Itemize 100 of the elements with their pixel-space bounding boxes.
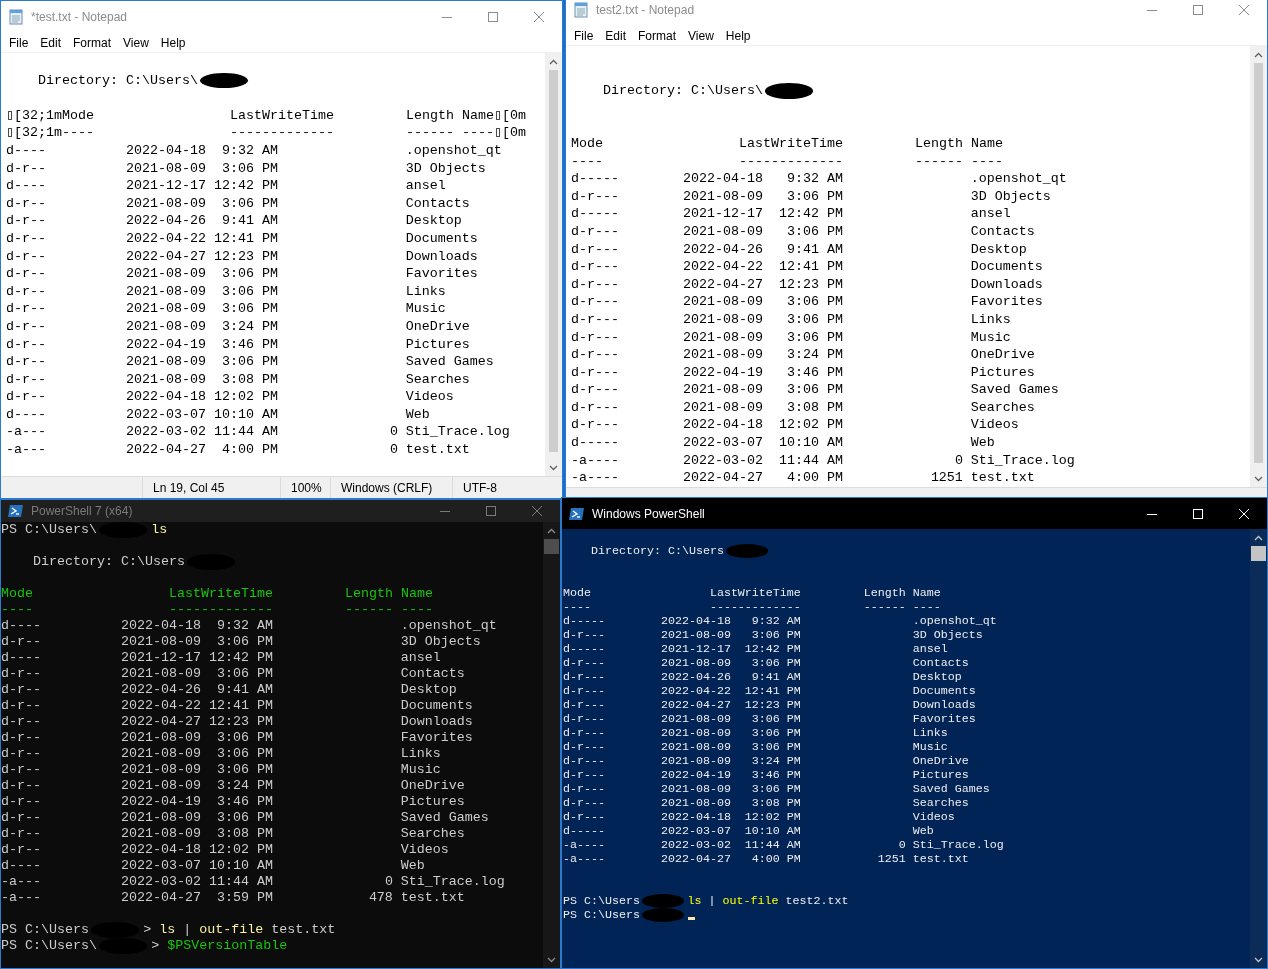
time-text: 11:44 AM [207,874,273,890]
menu-item[interactable]: Help [719,28,757,43]
mode-text: d----- [563,642,606,656]
menu-item[interactable]: File [3,35,35,50]
file-name: Links [400,746,441,762]
heading-rule: ------------- [230,124,335,142]
date-text: 2021-08-09 [660,712,731,726]
mode-text: d-r-- [1,810,42,826]
time-text: 12:42 PM [207,650,273,666]
menu-item[interactable]: Edit [599,28,633,43]
mode-text: d-r-- [6,370,47,389]
command-text: out-file [722,894,779,908]
variable-text: $PSVersionTable [167,938,288,954]
date-text: 2021-08-09 [660,726,731,740]
window-title: test2.txt - Notepad [596,3,696,17]
file-name: ansel [970,205,1011,223]
mode-text: d---- [1,650,42,666]
date-text: 2021-08-09 [660,740,731,754]
file-name: OneDrive [400,778,465,794]
mode-text: d-r--- [571,275,620,294]
date-text: 2021-08-09 [660,656,731,670]
time-text: 3:06 PM [750,712,801,726]
scrollbar-thumb[interactable] [549,70,558,452]
column-heading: Length [914,134,964,153]
file-name: Web [400,858,425,874]
mode-text: d---- [6,405,47,424]
mode-text: d-r-- [1,714,42,730]
file-name: ansel [405,177,446,195]
menu-item[interactable]: Help [154,35,192,50]
length-text: 1251 [929,469,963,487]
time-text: 3:24 PM [220,317,278,336]
scrollbar-thumb[interactable] [1251,546,1266,561]
redaction-mark [725,544,768,558]
menu-item[interactable]: File [568,28,600,43]
file-name: Music [912,740,948,754]
heading-rule: ---- [1,602,34,618]
mode-text: d-r--- [571,222,620,241]
time-text: 12:02 PM [777,416,843,435]
heading-rule: ---- [571,152,604,171]
mode-text: -a--- [1,890,42,906]
date-text: 2022-04-19 [682,363,763,382]
time-text: 9:41 AM [750,670,801,684]
date-text: 2021-08-09 [660,754,731,768]
time-text: 10:10 AM [743,824,801,838]
date-text: 2021-08-09 [660,782,731,796]
mode-text: d-r--- [563,628,606,642]
date-text: 2021-08-09 [682,328,763,347]
time-text: 3:06 PM [215,762,273,778]
date-text: 2021-08-09 [120,730,201,746]
length-text: 0 [953,451,963,470]
time-text: 3:08 PM [220,370,278,389]
time-text: 4:00 PM [750,852,801,866]
console-text: > [143,922,152,938]
date-text: 2022-04-18 [660,810,731,824]
length-text: 1251 [876,852,906,866]
console-text: test2.txt [785,894,849,908]
mode-text: d-r-- [1,778,42,794]
time-text: 3:46 PM [215,794,273,810]
menu-item[interactable]: Format [632,28,683,43]
scrollbar-thumb[interactable] [1254,63,1263,463]
scrollbar-thumb[interactable] [544,539,559,554]
chevron-up-icon [1254,534,1263,541]
file-name: Documents [405,229,478,248]
date-text: 2022-04-26 [125,212,206,230]
mode-text: d-r-- [6,388,47,406]
date-text: 2021-08-09 [120,666,201,682]
menu-item[interactable]: Format [67,35,118,50]
terminal-icon [569,505,585,522]
mode-text: d-r-- [6,212,47,230]
time-text: 3:06 PM [785,328,843,347]
menu-item[interactable]: Edit [34,35,68,50]
file-name: Documents [400,698,473,714]
date-text: 2022-04-22 [682,258,763,276]
heading-rule: ▯[32;1m---- [6,124,95,142]
status-text: Windows (CRLF) [330,477,452,498]
time-text: 3:06 PM [220,353,278,371]
time-text: 12:02 PM [743,810,801,824]
mode-text: d-r--- [563,768,606,782]
mode-text: d----- [563,824,606,838]
column-heading: LastWriteTime [709,586,802,600]
status-text: 100% [280,477,330,498]
file-name: OneDrive [405,317,470,336]
window-title: Windows PowerShell [592,506,706,521]
file-name: Videos [400,842,449,858]
menu-item[interactable]: View [117,35,155,50]
time-text: 3:06 PM [785,293,843,311]
mode-text: d-r--- [571,416,620,435]
file-name: 3D Objects [400,634,481,650]
time-text: 3:06 PM [220,282,278,301]
date-text: 2021-08-09 [125,265,206,283]
time-text: 12:42 PM [777,205,843,223]
date-text: 2021-08-09 [120,810,201,826]
menu-item[interactable]: View [682,28,720,43]
file-name: Web [970,434,995,452]
heading-rule: ---- [563,600,592,614]
date-text: 2022-04-26 [120,682,201,698]
console-text: | [183,922,192,938]
heading-rule: ------ [405,124,455,142]
file-name: test.txt [970,469,1035,487]
file-name: Sti_Trace.log [970,451,1075,470]
